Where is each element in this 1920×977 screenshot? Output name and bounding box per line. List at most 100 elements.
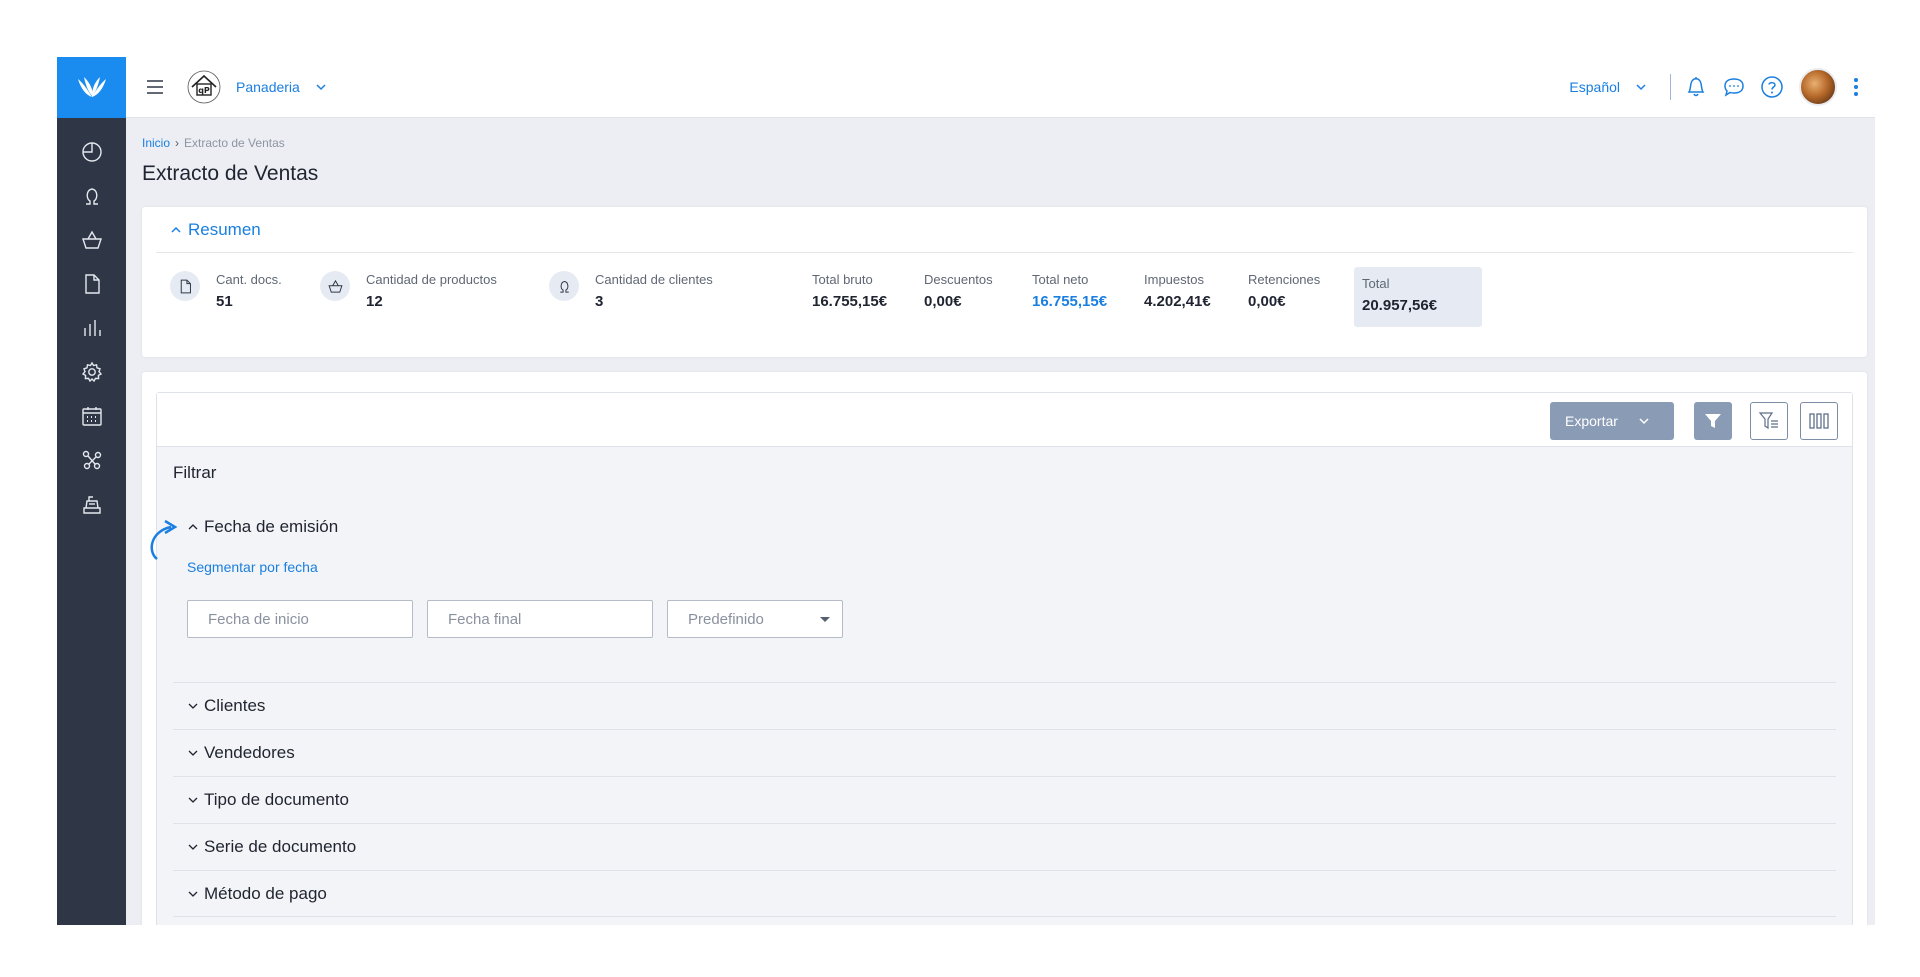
- stat-discounts: Descuentos 0,00€: [924, 271, 993, 310]
- chevron-down-icon: [188, 797, 198, 803]
- filter-section-document-type[interactable]: Tipo de documento: [173, 776, 1836, 823]
- hamburger-icon: [147, 80, 163, 94]
- segment-by-date-link[interactable]: Segmentar por fecha: [187, 559, 318, 575]
- more-options-icon[interactable]: [1849, 74, 1863, 100]
- language-selector[interactable]: Español: [1569, 79, 1620, 95]
- start-date-input[interactable]: Fecha de inicio: [187, 600, 413, 638]
- filter-section-sellers[interactable]: Vendedores: [173, 729, 1836, 776]
- stat-value: 51: [216, 293, 233, 310]
- sidebar-item-sales[interactable]: [57, 218, 126, 262]
- main-content: Inicio › Extracto de Ventas Extracto de Ve…: [126, 118, 1875, 925]
- bell-icon: [1687, 77, 1705, 97]
- filter-section-label: Fecha de emisión: [204, 517, 339, 536]
- stat-total: Total 20.957,56€: [1354, 267, 1482, 327]
- stat-value: 4.202,41€: [1144, 293, 1211, 310]
- document-icon: [84, 274, 100, 294]
- stat-value: 3: [595, 293, 604, 310]
- sidebar-item-integrations[interactable]: [57, 438, 126, 482]
- filter-title: Filtrar: [173, 463, 217, 482]
- advanced-filter-button[interactable]: [1750, 402, 1788, 440]
- preset-select[interactable]: Predefinido: [667, 600, 843, 638]
- stat-taxes: Impuestos 4.202,41€: [1144, 271, 1211, 310]
- export-button[interactable]: Exportar: [1550, 402, 1674, 440]
- chevron-down-icon: [188, 844, 198, 850]
- basket-icon: [327, 279, 343, 293]
- preset-value: Predefinido: [688, 610, 764, 628]
- breadcrumb-home-link[interactable]: Inicio: [142, 136, 170, 150]
- filter-section-label: Tipo de documento: [204, 790, 349, 809]
- help-button[interactable]: [1759, 74, 1785, 100]
- nodes-icon: [82, 450, 101, 470]
- stat-label: Impuestos: [1144, 272, 1204, 287]
- filter-funnel-icon: [1705, 414, 1721, 428]
- stat-label: Total bruto: [812, 272, 873, 287]
- stat-label: Cant. docs.: [216, 272, 282, 287]
- pie-chart-icon: [81, 142, 102, 162]
- summary-title: Resumen: [188, 219, 261, 239]
- chevron-down-icon[interactable]: [314, 80, 328, 94]
- sidebar-item-settings[interactable]: [57, 350, 126, 394]
- filter-section-payment-method[interactable]: Método de pago: [173, 870, 1836, 917]
- report-card: Exportar Filtrar Fecha de emisión Segmen…: [142, 372, 1867, 925]
- stat-gross-total: Total bruto 16.755,15€: [812, 271, 887, 310]
- sidebar-item-dashboard[interactable]: [57, 130, 126, 174]
- stat-value: 16.755,15€: [812, 293, 888, 310]
- gear-icon: [81, 361, 102, 383]
- filter-section-label: Vendedores: [204, 743, 295, 762]
- chevron-down-icon[interactable]: [1634, 80, 1648, 94]
- person-icon: [559, 280, 569, 293]
- filter-section-clients[interactable]: Clientes: [173, 682, 1836, 729]
- stat-value: 16.755,15€: [1032, 293, 1108, 310]
- stat-value: 0,00€: [1248, 293, 1286, 310]
- filter-section-label: Clientes: [204, 696, 266, 715]
- breadcrumb-separator: ›: [175, 136, 180, 150]
- summary-toggle[interactable]: Resumen: [156, 207, 1853, 253]
- filter-section-document-series[interactable]: Serie de documento: [173, 823, 1836, 870]
- sidebar-item-customers[interactable]: [57, 174, 126, 218]
- store-name[interactable]: Panaderia: [236, 79, 300, 95]
- stat-value: 12: [366, 293, 383, 310]
- basket-icon: [81, 230, 102, 249]
- leaf-logo-icon: [77, 76, 106, 97]
- stat-label: Retenciones: [1248, 272, 1321, 287]
- chevron-down-icon: [188, 891, 198, 897]
- sidebar-item-calendar[interactable]: [57, 394, 126, 438]
- notifications-button[interactable]: [1683, 74, 1709, 100]
- calendar-icon: [81, 407, 102, 426]
- avatar[interactable]: [1799, 68, 1837, 106]
- end-date-input[interactable]: Fecha final: [427, 600, 653, 638]
- columns-button[interactable]: [1800, 402, 1838, 440]
- filter-list-icon: [1758, 412, 1778, 430]
- stat-label: Descuentos: [924, 272, 993, 287]
- sidebar-item-pos[interactable]: [57, 482, 126, 526]
- export-label: Exportar: [1565, 413, 1618, 429]
- chat-button[interactable]: [1721, 74, 1747, 100]
- filter-section-label: Método de pago: [204, 883, 327, 903]
- stat-docs: Cant. docs. 51: [170, 271, 282, 310]
- stat-value: 0,00€: [924, 293, 962, 310]
- report-toolbar: Exportar: [157, 393, 1852, 447]
- document-icon: [180, 279, 191, 293]
- bar-chart-icon: [83, 320, 101, 336]
- filter-button[interactable]: [1694, 402, 1732, 440]
- sidebar: [57, 57, 126, 925]
- page-title: Extracto de Ventas: [142, 162, 319, 185]
- menu-toggle-button[interactable]: [144, 76, 166, 98]
- stat-net-total: Total neto 16.755,15€: [1032, 271, 1107, 310]
- brand-logo[interactable]: [57, 57, 126, 118]
- stat-label: Total neto: [1032, 272, 1089, 287]
- filter-section-issue-date[interactable]: Fecha de emisión: [187, 517, 338, 537]
- chevron-up-icon: [188, 524, 198, 530]
- person-icon: [85, 188, 98, 205]
- stat-products: Cantidad de productos 12: [320, 271, 497, 310]
- chevron-up-icon: [171, 226, 181, 233]
- stat-label: Cantidad de productos: [366, 272, 497, 287]
- sidebar-item-reports[interactable]: [57, 306, 126, 350]
- sidebar-item-documents[interactable]: [57, 262, 126, 306]
- chevron-down-icon: [188, 750, 198, 756]
- chevron-down-icon: [188, 703, 198, 709]
- stat-value: 20.957,56€: [1362, 297, 1438, 314]
- cash-register-icon: [82, 496, 101, 514]
- store-logo-icon: qP: [187, 70, 221, 104]
- summary-card: Resumen Cant. docs. 51 Cantidad de produc…: [142, 207, 1867, 357]
